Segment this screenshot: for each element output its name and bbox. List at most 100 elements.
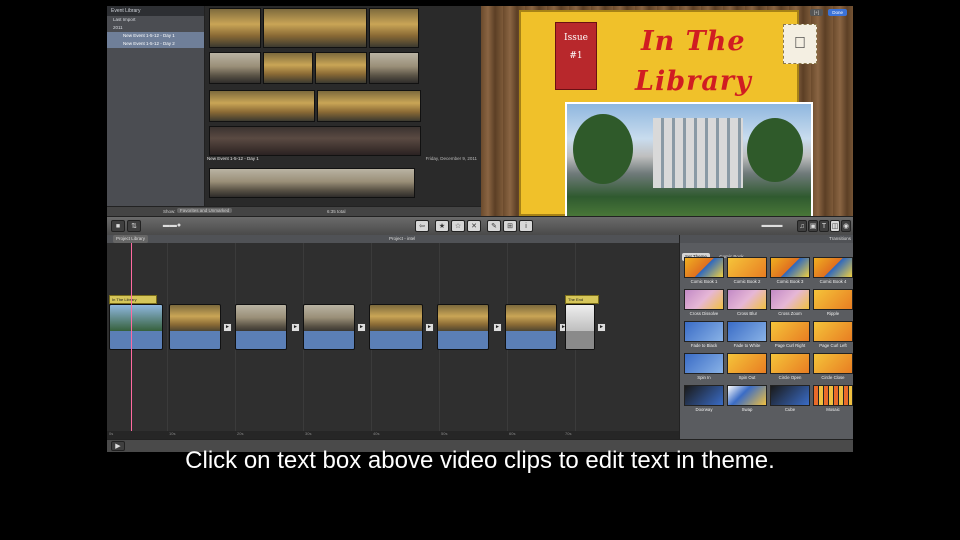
transition-label: Fade to White xyxy=(733,343,761,348)
event-item-day-2[interactable]: New Event 1-5-12 - Day 2 xyxy=(107,40,204,48)
photo-icon[interactable]: ▣ xyxy=(808,220,818,232)
event-thumbnail[interactable] xyxy=(315,52,367,84)
camera-import-icon[interactable]: ■ xyxy=(111,220,125,232)
event-thumbnail[interactable] xyxy=(263,8,367,48)
end-title-clip[interactable] xyxy=(565,304,595,350)
thumbnail-size-slider[interactable]: ▬▬● xyxy=(147,220,197,232)
transition-item[interactable]: Swap xyxy=(727,385,767,414)
ruler-tick: 20s xyxy=(237,431,244,436)
event-thumbnail[interactable] xyxy=(369,8,419,48)
transition-item[interactable]: Comic Book 3 xyxy=(770,257,810,286)
keyword-icon[interactable]: ✎ xyxy=(487,220,501,232)
music-icon[interactable]: ♫ xyxy=(797,220,807,232)
video-clip[interactable] xyxy=(303,304,355,350)
reject-icon[interactable]: ⇦ xyxy=(415,220,429,232)
grid-line xyxy=(167,243,168,439)
library-photo xyxy=(565,102,813,216)
unmark-icon[interactable]: ☆ xyxy=(451,220,465,232)
event-date: Friday, December 9, 2011 xyxy=(425,156,477,161)
transition-thumbnail xyxy=(770,257,810,278)
video-clip[interactable] xyxy=(369,304,423,350)
swap-icon[interactable]: ⇅ xyxy=(127,220,141,232)
transition-item[interactable]: Comic Book 4 xyxy=(813,257,853,286)
reject-x-icon[interactable]: ✕ xyxy=(467,220,481,232)
title-text-box[interactable]: The End xyxy=(565,295,599,304)
video-clip[interactable] xyxy=(437,304,489,350)
info-icon[interactable]: i xyxy=(519,220,533,232)
transition-item[interactable]: Comic Book 1 xyxy=(684,257,724,286)
transition-thumbnail xyxy=(727,257,767,278)
transition-marker-icon[interactable]: ► xyxy=(357,323,366,332)
ruler-tick: 10s xyxy=(169,431,176,436)
transitions-tabs: Set Theme Comic Book xyxy=(680,245,747,261)
transition-item[interactable]: Doorway xyxy=(684,385,724,414)
transition-item[interactable]: Cross Dissolve xyxy=(684,289,724,318)
ruler-tick: 60s xyxy=(509,431,516,436)
transition-label: Page Curl Left xyxy=(819,343,847,348)
event-thumbnail-strip[interactable] xyxy=(209,126,421,156)
issue-label: Issue xyxy=(564,33,588,43)
transition-marker-icon[interactable]: ► xyxy=(291,323,300,332)
crop-icon[interactable]: ⊞ xyxy=(503,220,517,232)
transition-label: Page Curl Right xyxy=(774,343,806,348)
transition-item[interactable]: Circle Open xyxy=(770,353,810,382)
transition-thumbnail xyxy=(813,353,853,374)
apple-stamp-icon:  xyxy=(783,24,817,64)
transition-label: Comic Book 4 xyxy=(819,279,847,284)
map-icon[interactable]: ◉ xyxy=(841,220,851,232)
event-thumbnail[interactable] xyxy=(209,8,261,48)
playhead[interactable] xyxy=(131,243,132,439)
event-item-day-1[interactable]: New Event 1-5-12 - Day 1 xyxy=(107,32,204,40)
event-thumbnail[interactable] xyxy=(209,90,315,122)
event-thumbnail-strip[interactable] xyxy=(209,168,415,198)
transition-item[interactable]: Cross Blur xyxy=(727,289,767,318)
fullscreen-button[interactable]: [+] xyxy=(809,9,823,16)
event-thumbnail[interactable] xyxy=(209,52,261,84)
title-text-box[interactable]: In The Library xyxy=(109,295,157,304)
issue-number: #1 xyxy=(569,51,583,61)
video-clip[interactable] xyxy=(505,304,557,350)
transition-label: Circle Open xyxy=(778,375,802,380)
ruler-tick: 40s xyxy=(373,431,380,436)
title-icon[interactable]: T xyxy=(819,220,829,232)
video-clip[interactable] xyxy=(109,304,163,350)
viewer: Issue #1 In The Library  [+] Done xyxy=(481,6,853,216)
event-item-2011[interactable]: 2011 xyxy=(107,24,204,32)
transition-marker-icon[interactable]: ► xyxy=(597,323,606,332)
transition-item[interactable]: Fade to Black xyxy=(684,321,724,350)
transition-item[interactable]: Page Curl Left xyxy=(813,321,853,350)
transition-item[interactable]: Ripple xyxy=(813,289,853,318)
transition-item[interactable]: Fade to White xyxy=(727,321,767,350)
transition-item[interactable]: Spin Out xyxy=(727,353,767,382)
transition-marker-icon[interactable]: ► xyxy=(425,323,434,332)
event-thumbnail[interactable] xyxy=(317,90,421,122)
transitions-icon[interactable]: ◫ xyxy=(830,220,840,232)
theme-title-line-1[interactable]: In The xyxy=(641,26,746,57)
transition-item[interactable]: Page Curl Right xyxy=(770,321,810,350)
transition-label: Circle Close xyxy=(821,375,845,380)
show-filter-select[interactable]: Favorites and Unmarked xyxy=(177,208,233,213)
project-timeline: In The Library The End ► ► ► ► ► ► ► 0s … xyxy=(107,243,679,439)
transition-item[interactable]: Cross Zoom xyxy=(770,289,810,318)
transition-item[interactable]: Spin In xyxy=(684,353,724,382)
video-clip[interactable] xyxy=(235,304,287,350)
transition-marker-icon[interactable]: ► xyxy=(223,323,232,332)
timeline-ruler: 0s 10s 20s 30s 40s 50s 60s 70s xyxy=(107,431,679,439)
transition-thumbnail xyxy=(684,385,724,406)
transition-marker-icon[interactable]: ► xyxy=(493,323,502,332)
event-thumbnail[interactable] xyxy=(263,52,313,84)
favorite-star-icon[interactable]: ★ xyxy=(435,220,449,232)
video-clip[interactable] xyxy=(169,304,221,350)
project-library-button[interactable]: Project Library xyxy=(113,235,149,243)
theme-title-line-2[interactable]: Library xyxy=(635,66,752,97)
event-item-last-import[interactable]: Last Import xyxy=(107,16,204,24)
transition-label: Doorway xyxy=(695,407,713,412)
event-thumbnail[interactable] xyxy=(369,52,419,84)
event-library-header: Event Library xyxy=(107,6,204,16)
transition-label: Comic Book 3 xyxy=(776,279,804,284)
done-button[interactable]: Done xyxy=(828,9,847,16)
transition-item[interactable]: Cube xyxy=(770,385,810,414)
transition-item[interactable]: Comic Book 2 xyxy=(727,257,767,286)
transition-item[interactable]: Mosaic xyxy=(813,385,853,414)
transition-item[interactable]: Circle Close xyxy=(813,353,853,382)
